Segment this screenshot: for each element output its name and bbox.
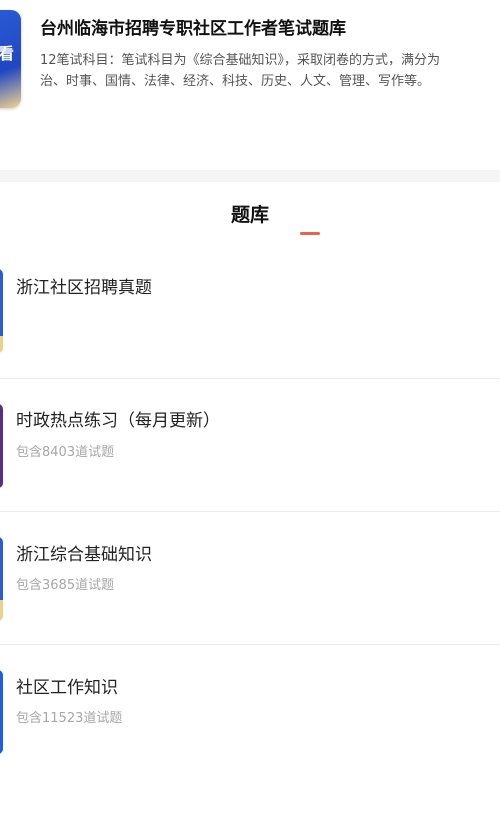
section-title: 题库 xyxy=(230,204,269,226)
question-bank-item[interactable]: 浙江社区招聘真题 xyxy=(0,262,500,378)
item-name: 时政热点练习（每月更新） xyxy=(16,411,220,431)
question-bank-item[interactable]: 时政热点练习（每月更新） 包含8403道试题 xyxy=(0,379,500,511)
course-description: 12笔试科目：笔试科目为《综合基础知识》，采取闭卷的方式，满分为 治、时事、国情… xyxy=(40,50,500,92)
item-count: 包含3685道试题 xyxy=(16,578,115,593)
item-count: 包含11523道试题 xyxy=(16,711,123,726)
question-bank-item[interactable]: 社区工作知识 包含11523道试题 xyxy=(0,645,500,777)
item-name: 社区工作知识 xyxy=(16,678,118,698)
course-title: 台州临海市招聘专职社区工作者笔试题库 xyxy=(40,19,346,39)
section-title-underline xyxy=(300,232,320,235)
item-thumbnail xyxy=(0,670,3,754)
item-name: 浙江社区招聘真题 xyxy=(16,278,152,298)
item-count: 包含8403道试题 xyxy=(16,445,115,460)
question-bank-item[interactable]: 浙江综合基础知识 包含3685道试题 xyxy=(0,512,500,644)
item-name: 浙江综合基础知识 xyxy=(16,545,152,565)
course-header: 看 台州临海市招聘专职社区工作者笔试题库 12笔试科目：笔试科目为《综合基础知识… xyxy=(0,0,500,170)
section-divider xyxy=(0,170,500,182)
description-line-2: 治、时事、国情、法律、经济、科技、历史、人文、管理、写作等。 xyxy=(40,74,431,89)
item-thumbnail xyxy=(0,269,3,353)
item-thumbnail xyxy=(0,537,3,621)
item-thumbnail xyxy=(0,404,3,488)
course-cover-image: 看 xyxy=(0,10,21,108)
cover-glyph: 看 xyxy=(0,44,15,63)
description-line-1: 12笔试科目：笔试科目为《综合基础知识》，采取闭卷的方式，满分为 xyxy=(40,53,441,68)
